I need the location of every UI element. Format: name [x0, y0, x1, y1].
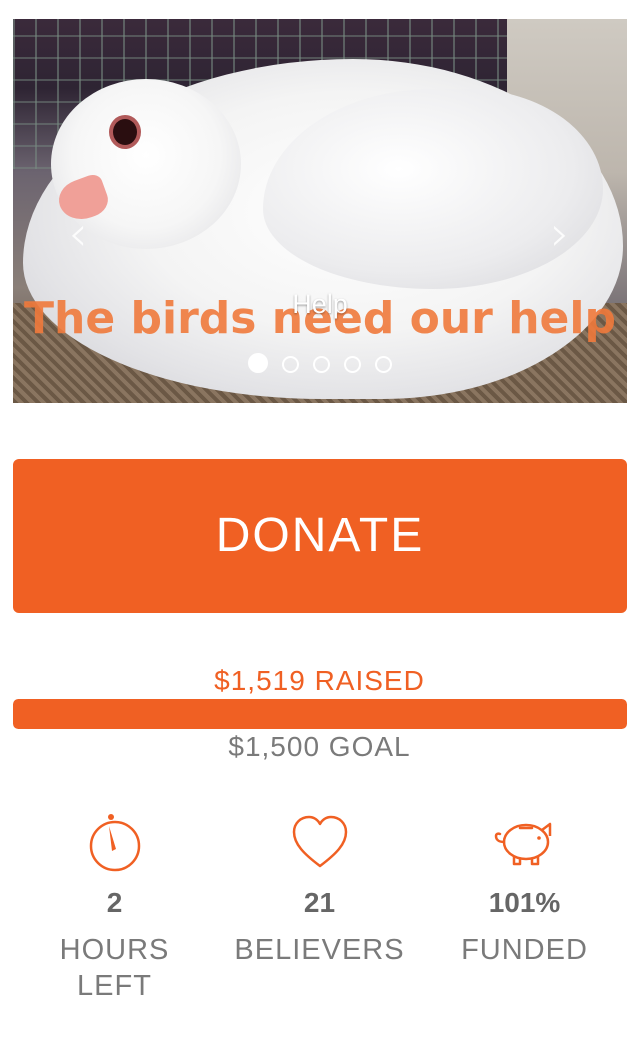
stat-hours-left: 2 HOURS LEFT: [8, 812, 221, 1004]
stat-label: BELIEVERS: [234, 934, 405, 966]
stat-label: FUNDED: [461, 934, 588, 966]
funding-goal: $1,500 GOAL: [228, 731, 411, 762]
piggy-bank-icon: [494, 822, 551, 866]
stat-label: HOURS LEFT: [59, 934, 170, 1002]
funding-progress-fill: [13, 699, 627, 729]
stat-funded: 101% FUNDED: [418, 812, 631, 968]
chevron-left-icon[interactable]: ‹: [63, 209, 93, 259]
heart-icon: [292, 815, 347, 868]
funding-progress-bar: [13, 699, 627, 729]
carousel-dot-2[interactable]: [282, 356, 299, 373]
chevron-right-icon[interactable]: ›: [545, 209, 575, 259]
image-carousel[interactable]: The birds need our help Help ‹ ›: [13, 19, 627, 403]
stat-value: 101%: [488, 887, 561, 918]
stopwatch-icon: [89, 814, 140, 872]
carousel-dot-1[interactable]: [248, 353, 268, 373]
carousel-dot-4[interactable]: [344, 356, 361, 373]
carousel-indicators: [13, 353, 627, 373]
stat-value: 2: [106, 887, 123, 918]
amount-raised: $1,519 RAISED: [214, 665, 425, 696]
carousel-dot-5[interactable]: [375, 356, 392, 373]
stat-value: 21: [303, 887, 336, 918]
dove-photo-eye: [113, 119, 137, 145]
slide-caption: Help: [292, 289, 348, 319]
donate-button[interactable]: DONATE: [13, 459, 627, 613]
stat-believers: 21 BELIEVERS: [213, 812, 426, 968]
carousel-dot-3[interactable]: [313, 356, 330, 373]
